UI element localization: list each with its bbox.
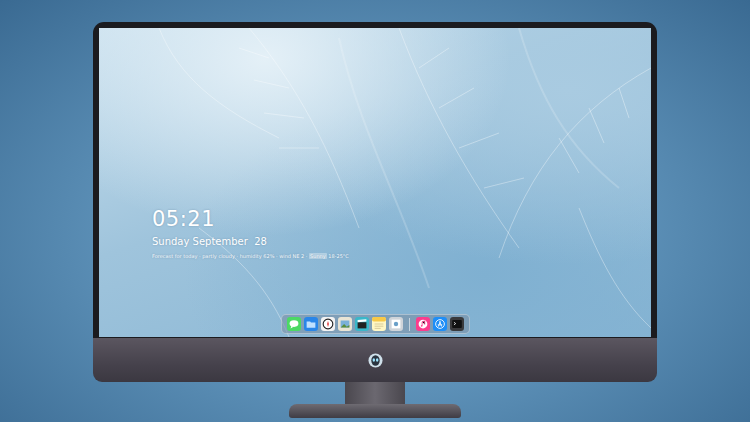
frost-wallpaper — [99, 28, 651, 337]
safari-icon[interactable] — [321, 317, 335, 331]
preview-icon[interactable] — [389, 317, 403, 331]
dock — [281, 314, 470, 334]
desktop-screen: 05:21 Sunday September 28 Forecast for t… — [99, 28, 651, 337]
weather-text: Forecast for today · partly cloudy · hum… — [152, 253, 309, 259]
monitor-base — [289, 404, 461, 418]
messages-icon[interactable] — [287, 317, 301, 331]
clock-time: 05:21 — [152, 208, 651, 230]
terminal-icon[interactable] — [450, 317, 464, 331]
image-viewer-icon[interactable] — [338, 317, 352, 331]
monitor-bezel: 05:21 Sunday September 28 Forecast for t… — [93, 22, 657, 338]
dock-separator — [409, 318, 410, 331]
music-icon[interactable] — [416, 317, 430, 331]
monitor-stand — [345, 382, 405, 404]
app-store-icon[interactable] — [433, 317, 447, 331]
folder-icon[interactable] — [304, 317, 318, 331]
clock-date: Sunday September 28 — [152, 235, 651, 248]
notes-icon[interactable] — [372, 317, 386, 331]
weather-line: Forecast for today · partly cloudy · hum… — [152, 253, 651, 260]
weather-highlight: Sunny — [309, 253, 327, 259]
clock-widget: 05:21 Sunday September 28 Forecast for t… — [99, 28, 651, 260]
monitor-chin — [93, 338, 657, 382]
video-icon[interactable] — [355, 317, 369, 331]
alien-logo-icon — [368, 353, 383, 368]
monitor: 05:21 Sunday September 28 Forecast for t… — [0, 0, 750, 422]
weather-temp: 18-25°C — [327, 253, 349, 259]
